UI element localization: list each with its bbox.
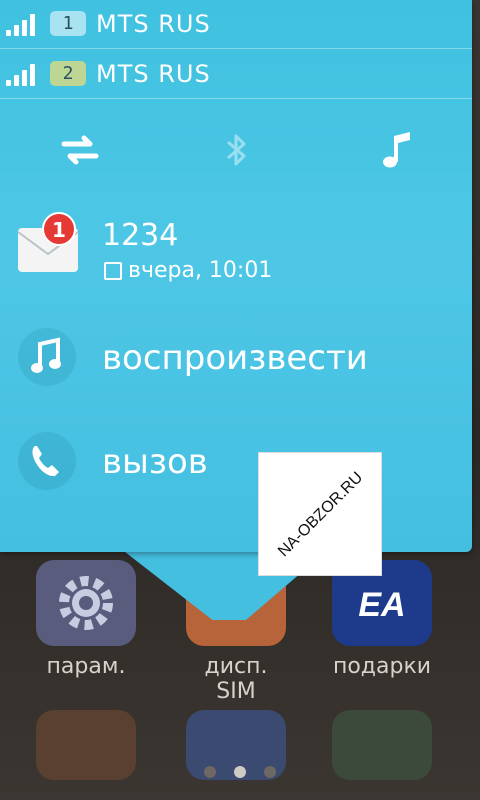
notification-meta: вчера, 10:01 <box>104 258 272 283</box>
notification-sender[interactable]: 1234 <box>102 218 178 253</box>
signal-icon <box>6 12 36 36</box>
sim-slot-badge: 2 <box>50 61 86 86</box>
svg-text:EA: EA <box>358 586 405 624</box>
data-transfer-icon[interactable] <box>58 128 102 172</box>
gear-icon <box>36 560 136 646</box>
divider <box>0 98 472 99</box>
app-label: дисп. SIM <box>204 654 268 704</box>
sim-card-icon <box>104 261 122 280</box>
bluetooth-icon[interactable] <box>214 128 258 172</box>
music-note-icon[interactable] <box>18 328 76 386</box>
sim-status-2[interactable]: 2 MTS RUS <box>0 50 472 100</box>
page-dot[interactable] <box>204 766 216 778</box>
page-indicator <box>0 766 480 778</box>
notification-count-badge: 1 <box>42 212 76 246</box>
app-label: парам. <box>46 654 126 679</box>
page-dot-active[interactable] <box>234 766 246 778</box>
watermark-text: NA-OBZOR.RU <box>275 469 367 561</box>
notification-panel: 1 MTS RUS 2 MTS RUS 1 1234 вчера, 10:01 … <box>0 0 472 552</box>
notification-time: вчера, 10:01 <box>128 258 273 283</box>
app-gifts[interactable]: EA подарки <box>330 560 434 679</box>
phone-icon[interactable] <box>18 432 76 490</box>
play-action[interactable]: воспроизвести <box>102 338 368 378</box>
page-dot[interactable] <box>264 766 276 778</box>
watermark: NA-OBZOR.RU <box>258 452 382 576</box>
app-label: подарки <box>332 654 432 679</box>
music-note-icon[interactable] <box>376 128 420 172</box>
call-action[interactable]: вызов <box>102 442 208 482</box>
operator-name: MTS RUS <box>96 60 211 88</box>
sim-slot-badge: 1 <box>50 11 86 36</box>
app-settings[interactable]: парам. <box>34 560 138 679</box>
signal-icon <box>6 62 36 86</box>
divider <box>0 48 472 49</box>
operator-name: MTS RUS <box>96 10 211 38</box>
sim-status-1[interactable]: 1 MTS RUS <box>0 0 472 50</box>
